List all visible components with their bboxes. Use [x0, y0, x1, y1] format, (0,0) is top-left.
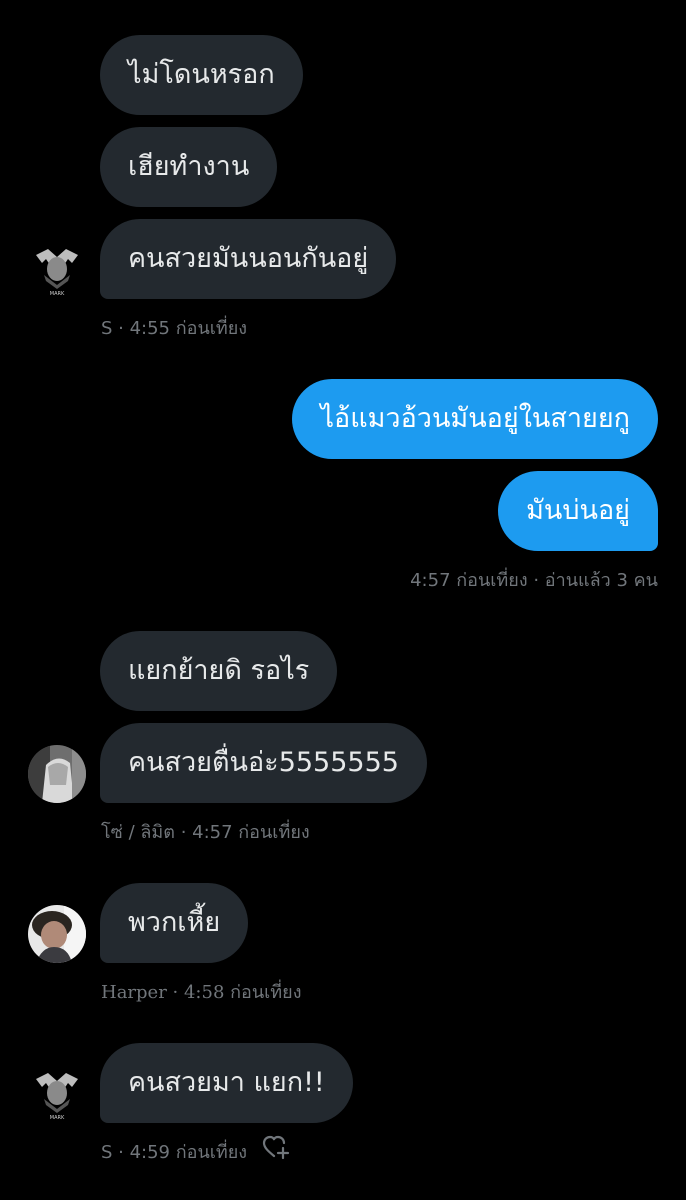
avatar-image [28, 905, 86, 963]
message-meta: โซ่ / ลิมิต · 4:57 ก่อนเที่ยง [101, 822, 310, 843]
avatar-image [28, 745, 86, 803]
message-bubble[interactable]: ไม่โดนหรอก [100, 35, 303, 115]
avatar[interactable]: MARK [28, 1065, 86, 1123]
message-bubble[interactable]: เฮียทำงาน [100, 127, 278, 207]
avatar[interactable] [28, 905, 86, 963]
message-bubble[interactable]: คนสวยมา แยก!! [100, 1043, 353, 1123]
avatar-badge-text: MARK [50, 1115, 65, 1121]
message-meta: S · 4:59 ก่อนเที่ยง [101, 1142, 248, 1163]
message-bubble[interactable]: คนสวยตื่นอ่ะ5555555 [100, 723, 427, 803]
avatar-image: MARK [28, 1065, 86, 1123]
message-bubble[interactable]: คนสวยมันนอนกันอยู่ [100, 219, 397, 299]
message-bubble[interactable]: มันบ่นอยู่ [498, 471, 658, 551]
message-meta: 4:57 ก่อนเที่ยง · อ่านแล้ว 3 คน [410, 570, 658, 591]
message-bubble[interactable]: ไอ้แมวอ้วนมันอยู่ในสายยกู [292, 379, 658, 459]
avatar-badge-text: MARK [50, 291, 65, 297]
avatar-image: MARK [28, 241, 86, 299]
avatar[interactable]: MARK [28, 241, 86, 299]
message-meta: Harper · 4:58 ก่อนเที่ยง [101, 982, 302, 1003]
avatar[interactable] [28, 745, 86, 803]
heart-plus-icon[interactable] [262, 1134, 290, 1160]
message-meta: S · 4:55 ก่อนเที่ยง [101, 318, 248, 339]
message-bubble[interactable]: พวกเหี้ย [100, 883, 249, 963]
message-bubble[interactable]: แยกย้ายดิ รอไร [100, 631, 338, 711]
